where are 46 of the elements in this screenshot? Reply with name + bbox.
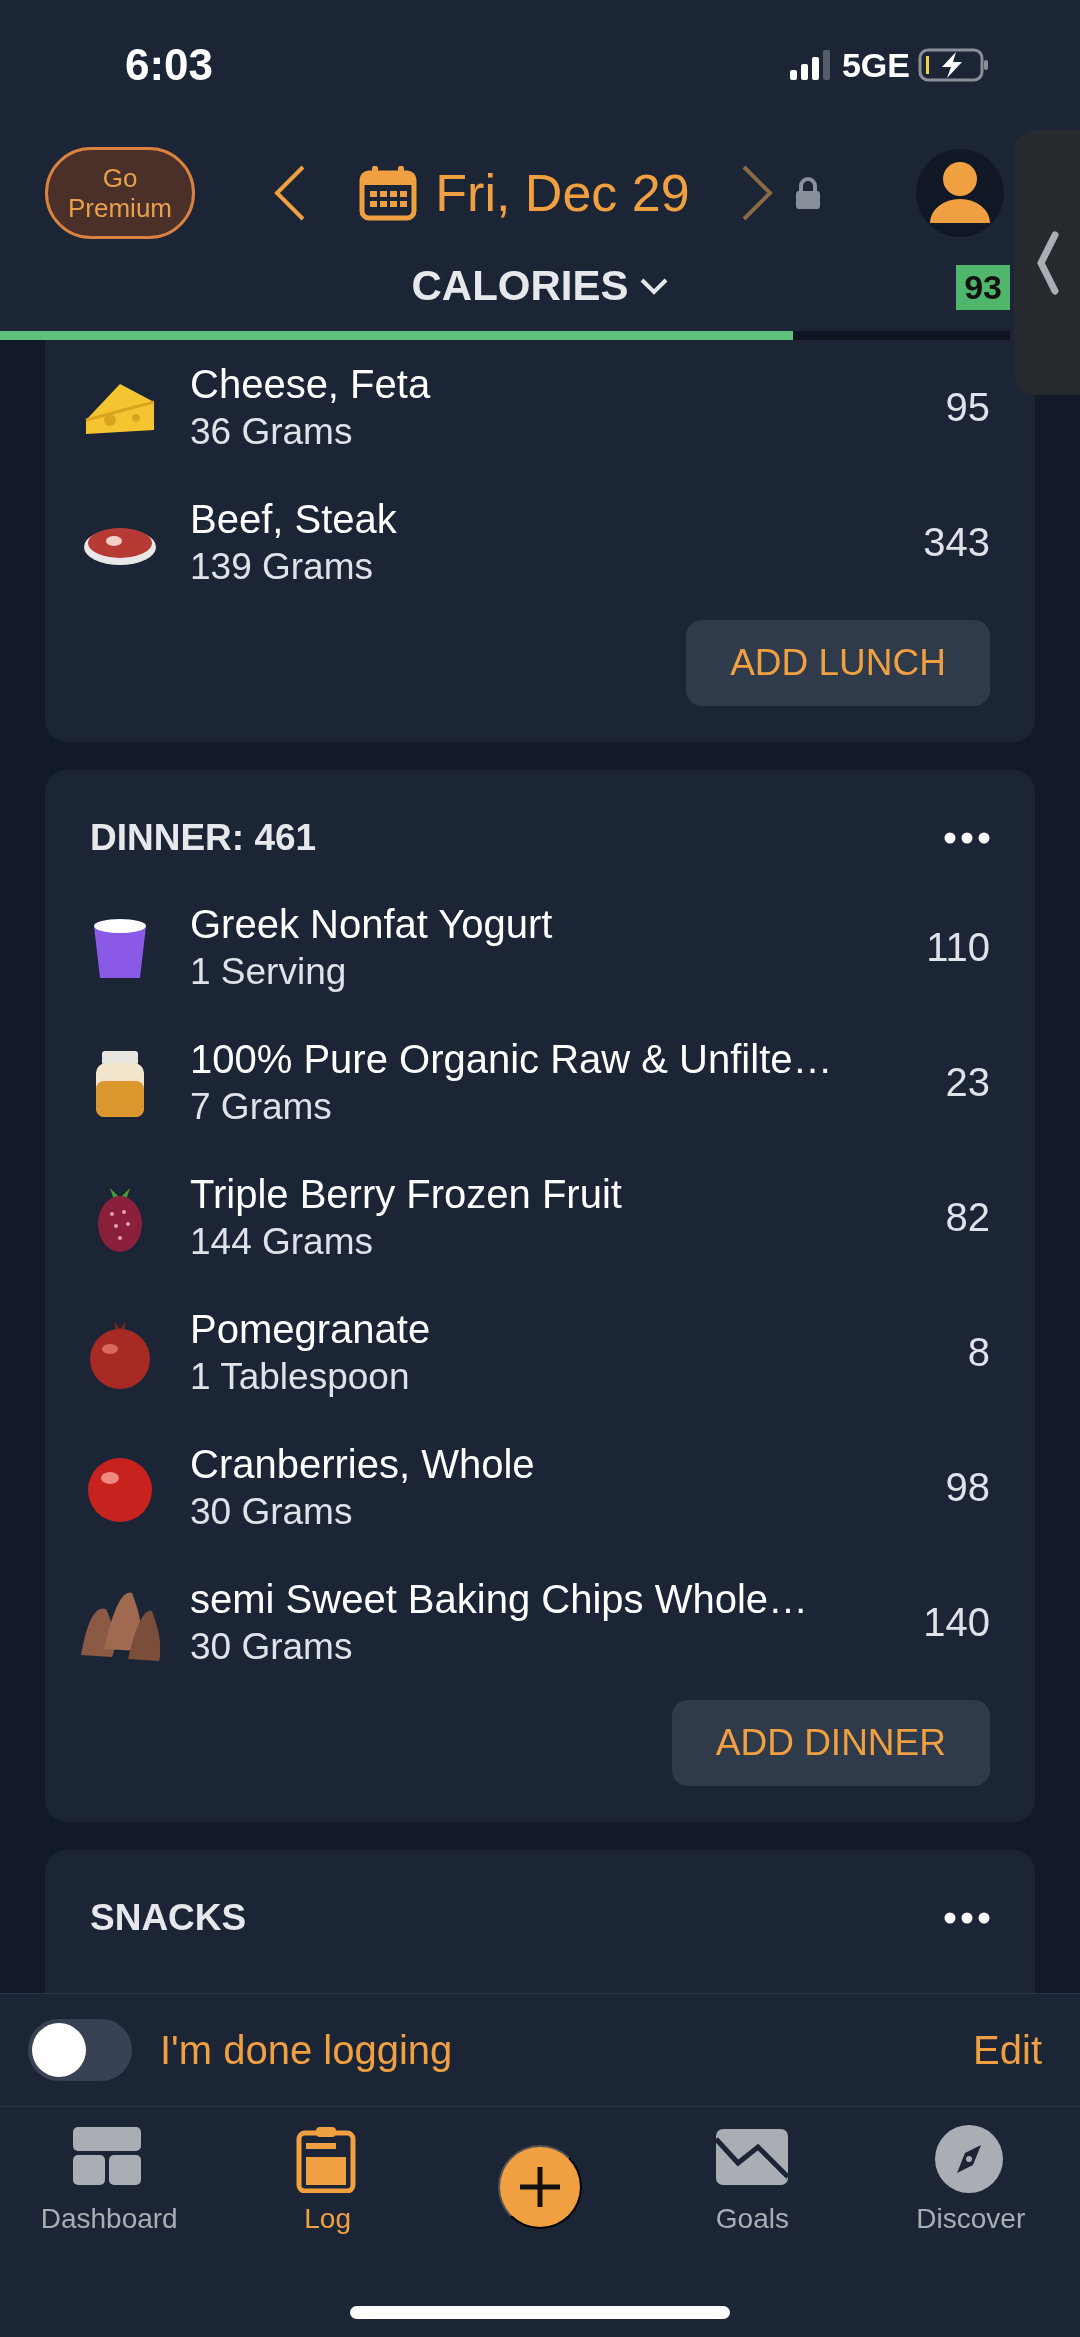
food-name[interactable]: Pomegranate (190, 1307, 952, 1352)
food-name[interactable]: Greek Nonfat Yogurt (190, 902, 911, 947)
food-calories: 98 (945, 1465, 990, 1510)
tab-item[interactable]: Discover (861, 2107, 1080, 2337)
food-calories: 23 (945, 1060, 990, 1105)
calendar-icon (359, 164, 418, 221)
food-name[interactable]: Beef, Steak (190, 497, 908, 542)
food-amount: 139 Grams (190, 546, 374, 588)
food-name[interactable]: 100% Pure Organic Raw & Unfilte… (190, 1037, 930, 1082)
add-meal-button[interactable]: ADD LUNCH (686, 620, 990, 706)
more-icon[interactable] (944, 832, 990, 844)
food-calories: 343 (923, 520, 990, 565)
food-calories: 110 (926, 925, 990, 970)
tab-item[interactable]: Log (218, 2107, 437, 2337)
food-amount: 144 Grams (190, 1221, 374, 1263)
meal-title: SNACKS (90, 1897, 247, 1939)
food-calories: 140 (923, 1600, 990, 1645)
meal-title: DINNER: 461 (90, 817, 317, 859)
edit-button[interactable]: Edit (967, 2026, 1048, 2074)
food-amount: 1 Tablespoon (190, 1356, 411, 1398)
food-name[interactable]: Cheese, Feta (190, 362, 930, 407)
tab-item[interactable]: Dashboard (0, 2107, 219, 2337)
go-premium-button[interactable]: Go Premium (45, 146, 195, 239)
food-amount: 36 Grams (190, 411, 354, 453)
add-meal-button[interactable]: ADD DINNER (671, 1700, 990, 1786)
date-label[interactable]: Fri, Dec 29 (435, 162, 690, 223)
status-time: 6:03 (125, 40, 214, 90)
food-name[interactable]: Cranberries, Whole (190, 1442, 930, 1487)
food-calories: 82 (945, 1195, 990, 1240)
food-amount: 30 Grams (190, 1626, 354, 1668)
food-calories: 95 (945, 385, 990, 430)
food-amount: 1 Serving (190, 951, 348, 993)
food-amount: 7 Grams (190, 1086, 333, 1128)
done-logging-label: I'm done logging (160, 2027, 454, 2073)
side-drawer-handle[interactable] (1014, 130, 1080, 395)
food-calories: 8 (967, 1330, 990, 1375)
nutrient-dropdown[interactable]: CALORIES (405, 261, 675, 311)
food-name[interactable]: semi Sweet Baking Chips Whole… (190, 1577, 908, 1622)
network-label: 5GE (841, 45, 910, 85)
plus-icon (517, 2164, 563, 2210)
score-badge: 93 (956, 265, 1010, 310)
food-name[interactable]: Triple Berry Frozen Fruit (190, 1172, 930, 1217)
battery-icon (918, 47, 990, 83)
food-amount: 30 Grams (190, 1491, 354, 1533)
more-icon[interactable] (944, 1912, 990, 1924)
chevron-down-icon (638, 276, 669, 296)
